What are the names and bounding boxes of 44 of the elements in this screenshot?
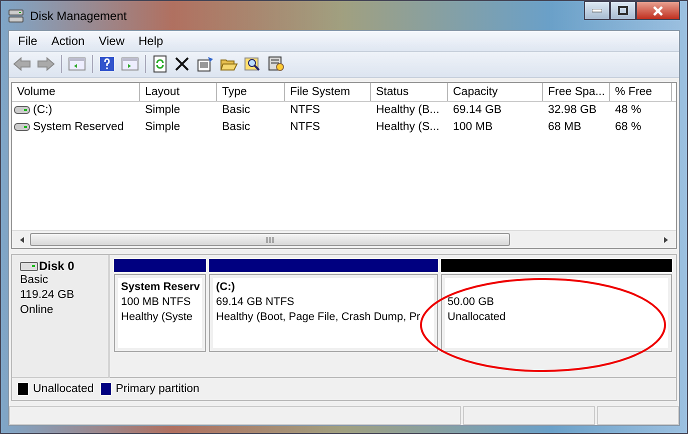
column-header[interactable]: Status bbox=[371, 82, 448, 101]
table-cell: Simple bbox=[145, 121, 180, 134]
disk-info-panel[interactable]: Disk 0 Basic 119.24 GB Online bbox=[12, 255, 110, 378]
partition-size: 50.00 GB bbox=[448, 295, 495, 310]
disk-size: 119.24 GB bbox=[20, 288, 76, 303]
table-cell: 68 % bbox=[615, 121, 642, 134]
table-cell: 69.14 GB bbox=[453, 104, 502, 116]
column-header[interactable]: Capacity bbox=[448, 82, 543, 101]
column-header[interactable]: Type bbox=[217, 82, 285, 101]
column-header[interactable]: Free Spa... bbox=[543, 82, 610, 101]
table-cell: Basic bbox=[222, 104, 250, 116]
partition-status: Healthy (Boot, Page File, Crash Dump, Pr bbox=[216, 310, 422, 325]
menu-item[interactable]: File bbox=[11, 34, 44, 48]
table-cell: Healthy (S... bbox=[376, 121, 440, 134]
table-cell: (C:) bbox=[33, 104, 52, 116]
window-title: Disk Management bbox=[30, 8, 127, 22]
partition-status: Healthy (Syste bbox=[121, 310, 194, 325]
disk-type: Basic bbox=[20, 273, 50, 288]
menu-item[interactable]: View bbox=[92, 34, 132, 48]
partition-size: 100 MB NTFS bbox=[121, 295, 192, 310]
table-cell: Basic bbox=[222, 121, 250, 134]
column-header[interactable]: Volume bbox=[12, 82, 140, 101]
partition-size: 69.14 GB NTFS bbox=[216, 295, 296, 310]
column-header[interactable]: File System bbox=[285, 82, 371, 101]
table-cell: 68 MB bbox=[548, 121, 582, 134]
column-header[interactable]: Layout bbox=[140, 82, 217, 101]
table-cell: Healthy (B... bbox=[376, 104, 440, 116]
table-cell: System Reserved bbox=[33, 121, 124, 134]
table-cell: 32.98 GB bbox=[548, 104, 597, 116]
disk-name: Disk 0 bbox=[39, 259, 74, 273]
menu-item[interactable]: Help bbox=[132, 34, 170, 48]
legend-label: Primary partition bbox=[116, 383, 200, 395]
table-cell: Simple bbox=[145, 104, 180, 116]
table-cell: NTFS bbox=[290, 121, 320, 134]
column-header[interactable]: % Free bbox=[610, 82, 672, 101]
table-cell: NTFS bbox=[290, 104, 320, 116]
partition-status: Unallocated bbox=[448, 310, 507, 325]
disk-status: Online bbox=[20, 303, 54, 318]
menu-item[interactable]: Action bbox=[44, 34, 92, 48]
partition-name: (C:) bbox=[216, 280, 236, 295]
partition-name: System Reserv bbox=[121, 280, 201, 295]
table-cell: 48 % bbox=[615, 104, 642, 116]
legend-label: Unallocated bbox=[33, 383, 94, 395]
table-cell: 100 MB bbox=[453, 121, 493, 134]
